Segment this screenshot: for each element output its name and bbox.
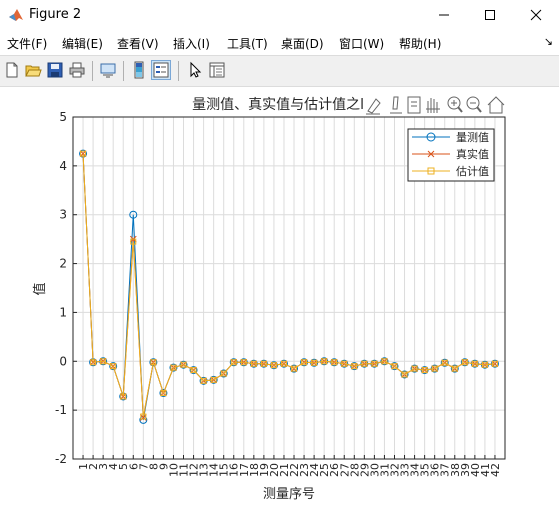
legend-label: 量测值 (456, 131, 489, 144)
zoom-out-icon[interactable] (466, 96, 482, 113)
toolbar-separator (92, 61, 93, 81)
y-tick-label: 0 (59, 354, 67, 368)
series-measured (79, 149, 499, 424)
link-plot-icon[interactable] (99, 61, 117, 79)
restore-view-icon[interactable] (407, 96, 421, 114)
series-group (79, 149, 499, 424)
save-icon[interactable] (46, 61, 64, 79)
menu-view[interactable]: 查看(V) (117, 35, 159, 52)
figure-canvas[interactable]: -2 -1 0 1 2 3 4 5 1 2 3 4 5 6 7 8 9 10 11 12 13 14 15 16 17 18 19… (0, 87, 559, 507)
menu-bar: 文件(F) 编辑(E) 查看(V) 插入(I) 工具(T) 桌面(D) 窗口(W… (0, 31, 559, 53)
title-bar: Figure 2 (0, 0, 559, 30)
series-line (82, 153, 496, 421)
y-tick-label: -2 (55, 452, 67, 466)
legend[interactable]: 量测值 真实值 估计值 (407, 128, 495, 182)
print-icon[interactable] (68, 61, 86, 79)
menu-help[interactable]: 帮助(H) (399, 35, 441, 52)
x-tick-label: 42 (489, 463, 502, 477)
menu-insert[interactable]: 插入(I) (173, 35, 210, 52)
close-button[interactable] (513, 0, 559, 30)
menu-overflow-icon[interactable]: ↘ (544, 35, 553, 48)
y-tick-labels: -2 -1 0 1 2 3 4 5 (55, 110, 77, 466)
brush-icon[interactable] (366, 98, 381, 115)
series-line (82, 153, 496, 418)
menu-file[interactable]: 文件(F) (7, 35, 47, 52)
data-tips-icon[interactable] (390, 96, 402, 114)
y-tick-label: 3 (59, 208, 67, 222)
menu-desktop[interactable]: 桌面(D) (281, 35, 324, 52)
menu-window[interactable]: 窗口(W) (339, 35, 384, 52)
y-tick-label: 5 (59, 110, 67, 124)
window-title: Figure 2 (29, 7, 82, 22)
menu-tools[interactable]: 工具(T) (227, 35, 268, 52)
minimize-icon (439, 14, 449, 16)
colorbar-icon[interactable] (130, 61, 148, 79)
line-chart[interactable]: -2 -1 0 1 2 3 4 5 12345678910111213141516171819… (0, 87, 559, 507)
series-true (79, 150, 499, 421)
close-icon (530, 9, 542, 21)
toolbar-separator (178, 61, 179, 81)
axes-toolbar (366, 96, 505, 115)
pointer-icon[interactable] (186, 61, 204, 79)
y-tick-label: 2 (59, 257, 67, 271)
figure-toolbar (0, 55, 559, 87)
y-tick-label: 4 (59, 159, 67, 173)
y-tick-label: -1 (55, 403, 67, 417)
legend-label: 真实值 (456, 147, 489, 161)
minimize-button[interactable] (421, 0, 467, 30)
toolbar-separator (123, 61, 124, 81)
x-axis-label: 测量序号 (263, 487, 315, 502)
property-inspector-icon[interactable] (208, 61, 226, 79)
pan-icon[interactable] (426, 98, 440, 113)
maximize-icon (485, 10, 495, 20)
chart-title: 量测值、真实值与估计值之l (192, 97, 364, 113)
open-file-icon[interactable] (24, 61, 42, 79)
legend-icon[interactable] (151, 60, 171, 80)
x-tick-labels: 1234567891011121314151617181920212223242… (77, 455, 502, 477)
y-axis-label: 值 (32, 282, 48, 295)
zoom-in-icon[interactable] (447, 96, 463, 113)
new-figure-icon[interactable] (3, 61, 21, 79)
legend-label: 估计值 (456, 165, 489, 178)
menu-edit[interactable]: 编辑(E) (62, 35, 103, 52)
maximize-button[interactable] (467, 0, 513, 30)
series-line (82, 153, 496, 417)
y-tick-label: 1 (59, 305, 67, 319)
matlab-icon (9, 9, 23, 21)
home-icon[interactable] (487, 96, 505, 114)
